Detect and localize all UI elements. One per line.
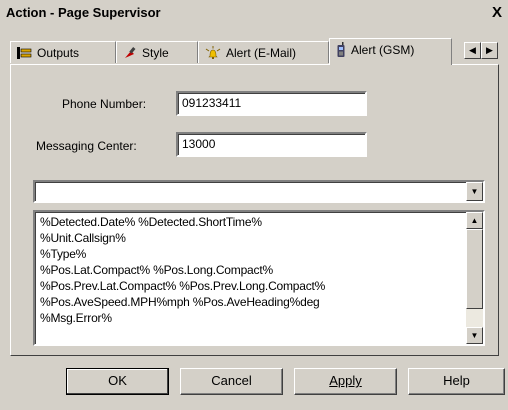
tab-label: Style bbox=[142, 45, 169, 60]
tab-label: Alert (E-Mail) bbox=[226, 45, 297, 60]
tab-panel: Phone Number: 091233411 Messaging Center… bbox=[10, 64, 499, 356]
chevron-down-icon[interactable]: ▼ bbox=[466, 182, 483, 201]
ok-button[interactable]: OK bbox=[66, 368, 169, 395]
outputs-icon bbox=[17, 46, 32, 60]
phone-number-input[interactable]: 091233411 bbox=[176, 91, 367, 116]
cancel-button[interactable]: Cancel bbox=[180, 368, 283, 395]
vertical-scrollbar[interactable]: ▲ ▼ bbox=[466, 212, 483, 344]
message-template-textarea[interactable]: %Detected.Date% %Detected.ShortTime% %Un… bbox=[33, 210, 485, 346]
message-line: %Type% bbox=[40, 247, 87, 261]
close-button[interactable]: X bbox=[488, 4, 506, 21]
tab-scroll-left-button[interactable]: ◀ bbox=[464, 42, 481, 59]
tab-alert-email[interactable]: Alert (E-Mail) bbox=[198, 41, 329, 63]
window-title: Action - Page Supervisor bbox=[6, 5, 161, 20]
message-line: %Pos.Lat.Compact% %Pos.Long.Compact% bbox=[40, 263, 273, 277]
tab-scroll-buttons: ◀ ▶ bbox=[464, 42, 498, 60]
tab-label: Alert (GSM) bbox=[351, 43, 415, 57]
template-select[interactable]: ▼ bbox=[33, 180, 485, 203]
tab-scroll-right-button[interactable]: ▶ bbox=[481, 42, 498, 59]
message-line: %Unit.Callsign% bbox=[40, 231, 126, 245]
apply-button[interactable]: Apply bbox=[294, 368, 397, 395]
tab-alert-gsm[interactable]: Alert (GSM) bbox=[329, 38, 452, 65]
tab-outputs[interactable]: Outputs bbox=[10, 41, 116, 63]
scroll-thumb[interactable] bbox=[466, 229, 483, 309]
help-button[interactable]: Help bbox=[408, 368, 505, 395]
action-dialog: Action - Page Supervisor X Outputs Style bbox=[0, 0, 508, 410]
alert-email-icon bbox=[205, 45, 221, 60]
apply-button-label: Apply bbox=[329, 373, 362, 388]
tab-style[interactable]: Style bbox=[116, 41, 198, 63]
scroll-down-button[interactable]: ▼ bbox=[466, 327, 483, 344]
tab-label: Outputs bbox=[37, 45, 80, 60]
message-line: %Pos.Prev.Lat.Compact% %Pos.Prev.Long.Co… bbox=[40, 279, 326, 293]
messaging-center-label: Messaging Center: bbox=[36, 139, 137, 153]
phone-number-label: Phone Number: bbox=[62, 97, 147, 111]
tab-strip: Outputs Style Alert (E-Mail) Alert (GSM)… bbox=[10, 38, 508, 65]
style-icon bbox=[123, 46, 137, 60]
phone-icon bbox=[336, 42, 346, 58]
message-line: %Detected.Date% %Detected.ShortTime% bbox=[40, 215, 262, 229]
message-line: %Pos.AveSpeed.MPH%mph %Pos.AveHeading%de… bbox=[40, 295, 320, 309]
scroll-up-button[interactable]: ▲ bbox=[466, 212, 483, 229]
messaging-center-input[interactable]: 13000 bbox=[176, 132, 367, 157]
message-line: %Msg.Error% bbox=[40, 311, 112, 325]
title-bar[interactable]: Action - Page Supervisor X bbox=[0, 0, 508, 26]
